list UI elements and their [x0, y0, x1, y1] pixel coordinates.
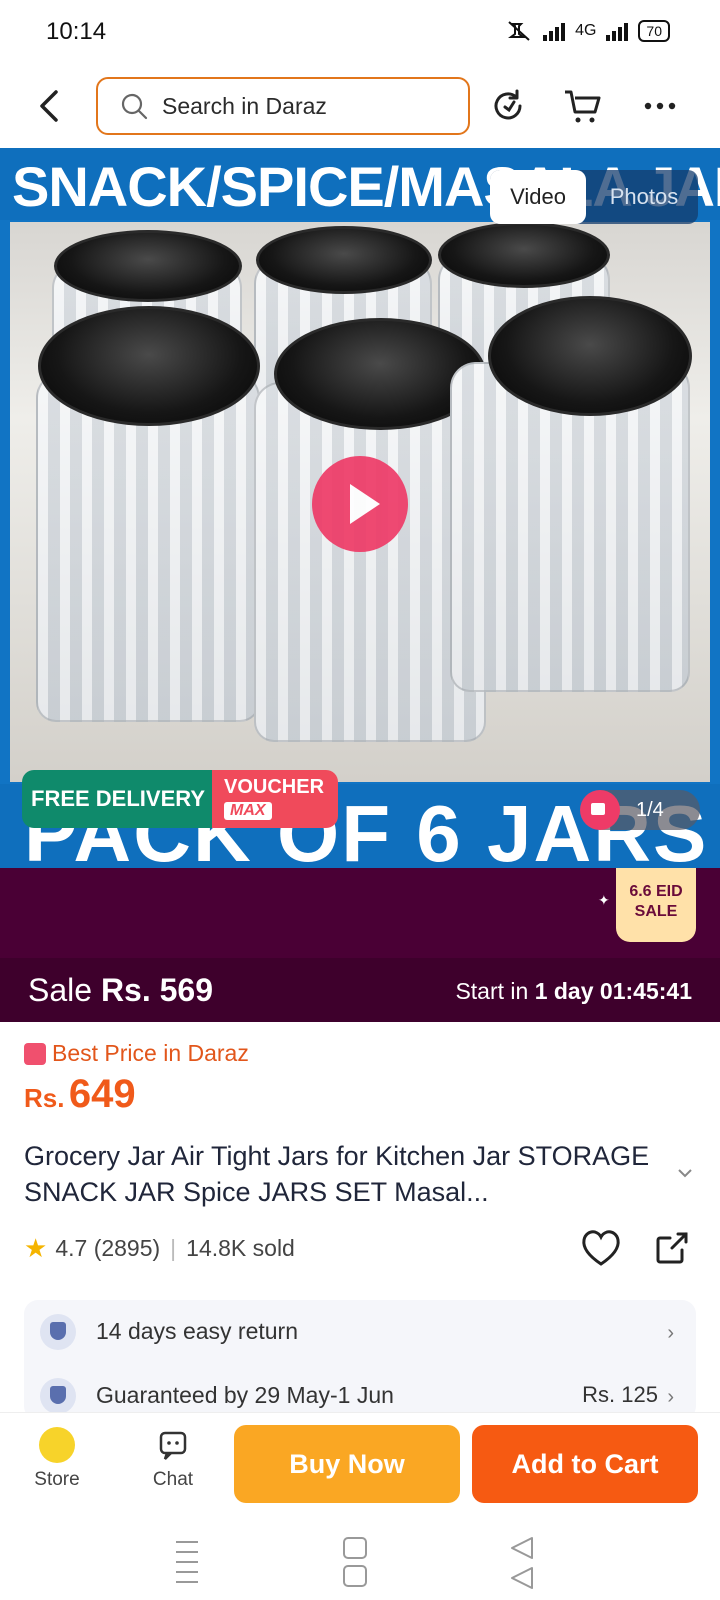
media-toggle: Video Photos: [490, 170, 698, 224]
price-currency: Rs.: [24, 1083, 65, 1113]
service-row-return[interactable]: 14 days easy return ›: [24, 1300, 696, 1364]
free-delivery-tag: FREE DELIVERY: [22, 770, 214, 828]
search-bar[interactable]: Search in Daraz: [96, 77, 470, 135]
product-title[interactable]: Grocery Jar Air Tight Jars for Kitchen J…: [24, 1138, 664, 1210]
action-bar: Store Chat Buy Now Add to Cart: [0, 1412, 720, 1516]
rating-row[interactable]: ★ 4.7 (2895) | 14.8K sold: [24, 1233, 295, 1264]
tab-video[interactable]: Video: [490, 170, 586, 224]
mute-icon: [508, 21, 530, 41]
jar-lid-image: [438, 222, 610, 288]
store-button[interactable]: Store: [24, 1427, 90, 1491]
campaign-banner: [0, 868, 720, 958]
voucher-max-tag: VOUCHER MAX: [212, 770, 338, 828]
store-label: Store: [34, 1469, 80, 1490]
buy-now-button[interactable]: Buy Now: [234, 1425, 460, 1503]
jar-lid-image: [256, 226, 432, 294]
jar-lid-image: [488, 296, 692, 416]
jar-lid-image: [54, 230, 242, 302]
eid-badge-line2: SALE: [634, 903, 678, 920]
network-label: 4G: [575, 22, 597, 39]
rating-score: 4.7: [55, 1235, 88, 1261]
sold-count: 14.8K sold: [186, 1235, 295, 1261]
countdown-time: 01:45:41: [599, 978, 692, 1004]
more-icon[interactable]: [640, 86, 680, 126]
share-icon[interactable]: [652, 1228, 692, 1268]
search-placeholder: Search in Daraz: [162, 92, 327, 119]
eid-sale-badge: 6.6 EID SALE: [616, 868, 696, 942]
add-to-cart-button[interactable]: Add to Cart: [472, 1425, 698, 1503]
history-icon[interactable]: [488, 86, 528, 126]
price-amount: 649: [68, 1072, 136, 1116]
delivery-fee: Rs. 125: [582, 1382, 658, 1407]
best-price-text: Best Price in Daraz: [52, 1040, 249, 1066]
status-bar: 10:14 4G 70: [0, 0, 720, 64]
chevron-right-icon: ›: [667, 1322, 674, 1344]
sparkle-icon: ✦: [598, 892, 610, 908]
voucher-sub-label: MAX: [224, 802, 272, 820]
countdown-prefix: Start in: [455, 978, 529, 1004]
back-nav-icon[interactable]: [508, 1536, 538, 1592]
clock: 10:14: [46, 18, 107, 45]
heart-icon[interactable]: [580, 1228, 622, 1268]
voucher-label: VOUCHER: [224, 776, 325, 798]
status-icons: 4G 70: [505, 20, 670, 42]
service-panel: 14 days easy return › Guaranteed by 29 M…: [24, 1300, 696, 1420]
delivery-icon: [40, 1378, 76, 1414]
battery-icon: 70: [638, 20, 670, 42]
signal-2-icon: [606, 21, 629, 41]
rating-count: (2895): [93, 1235, 161, 1261]
product-media[interactable]: SNACK/SPICE/MASALA JAR PACK OF 6 JARS Vi…: [0, 148, 720, 868]
video-camera-icon: [580, 790, 620, 830]
cart-icon[interactable]: [563, 86, 603, 126]
home-icon[interactable]: [340, 1536, 370, 1592]
signal-icon: [543, 21, 566, 41]
media-counter: 1/4: [580, 790, 700, 830]
best-price-badge: Best Price in Daraz: [24, 1040, 249, 1067]
countdown-days: 1 day: [534, 978, 594, 1004]
service-text: Guaranteed by 29 May-1 Jun: [96, 1382, 394, 1408]
chevron-right-icon: ›: [667, 1386, 674, 1408]
back-icon[interactable]: [32, 84, 72, 128]
divider: |: [170, 1235, 177, 1261]
chevron-down-icon[interactable]: [676, 1164, 694, 1182]
price-tag-icon: [24, 1042, 46, 1065]
tab-photos[interactable]: Photos: [590, 170, 698, 224]
sale-countdown: Start in 1 day 01:45:41: [455, 978, 692, 1005]
service-text: 14 days easy return: [96, 1318, 299, 1344]
store-logo-icon: [39, 1427, 75, 1463]
chat-icon: [159, 1431, 187, 1460]
media-counter-text: 1/4: [636, 799, 664, 821]
recent-apps-icon[interactable]: [172, 1536, 202, 1592]
sale-price: Sale Rs. 569: [28, 972, 213, 1009]
shield-icon: [40, 1314, 76, 1350]
jar-lid-image: [38, 306, 260, 426]
play-icon[interactable]: [312, 456, 408, 552]
top-bar: Search in Daraz: [0, 64, 720, 148]
star-icon: ★: [24, 1233, 48, 1263]
chat-button[interactable]: Chat: [138, 1427, 208, 1491]
sale-amount: Rs. 569: [100, 972, 214, 1008]
sale-bar: Sale Rs. 569 Start in 1 day 01:45:41: [0, 958, 720, 1022]
chat-label: Chat: [152, 1469, 194, 1490]
search-icon: [121, 93, 148, 120]
system-nav-bar: [0, 1516, 720, 1600]
current-price: Rs. 649: [24, 1072, 136, 1117]
sale-label: Sale: [28, 972, 93, 1008]
eid-badge-line1: 6.6 EID: [629, 883, 683, 900]
